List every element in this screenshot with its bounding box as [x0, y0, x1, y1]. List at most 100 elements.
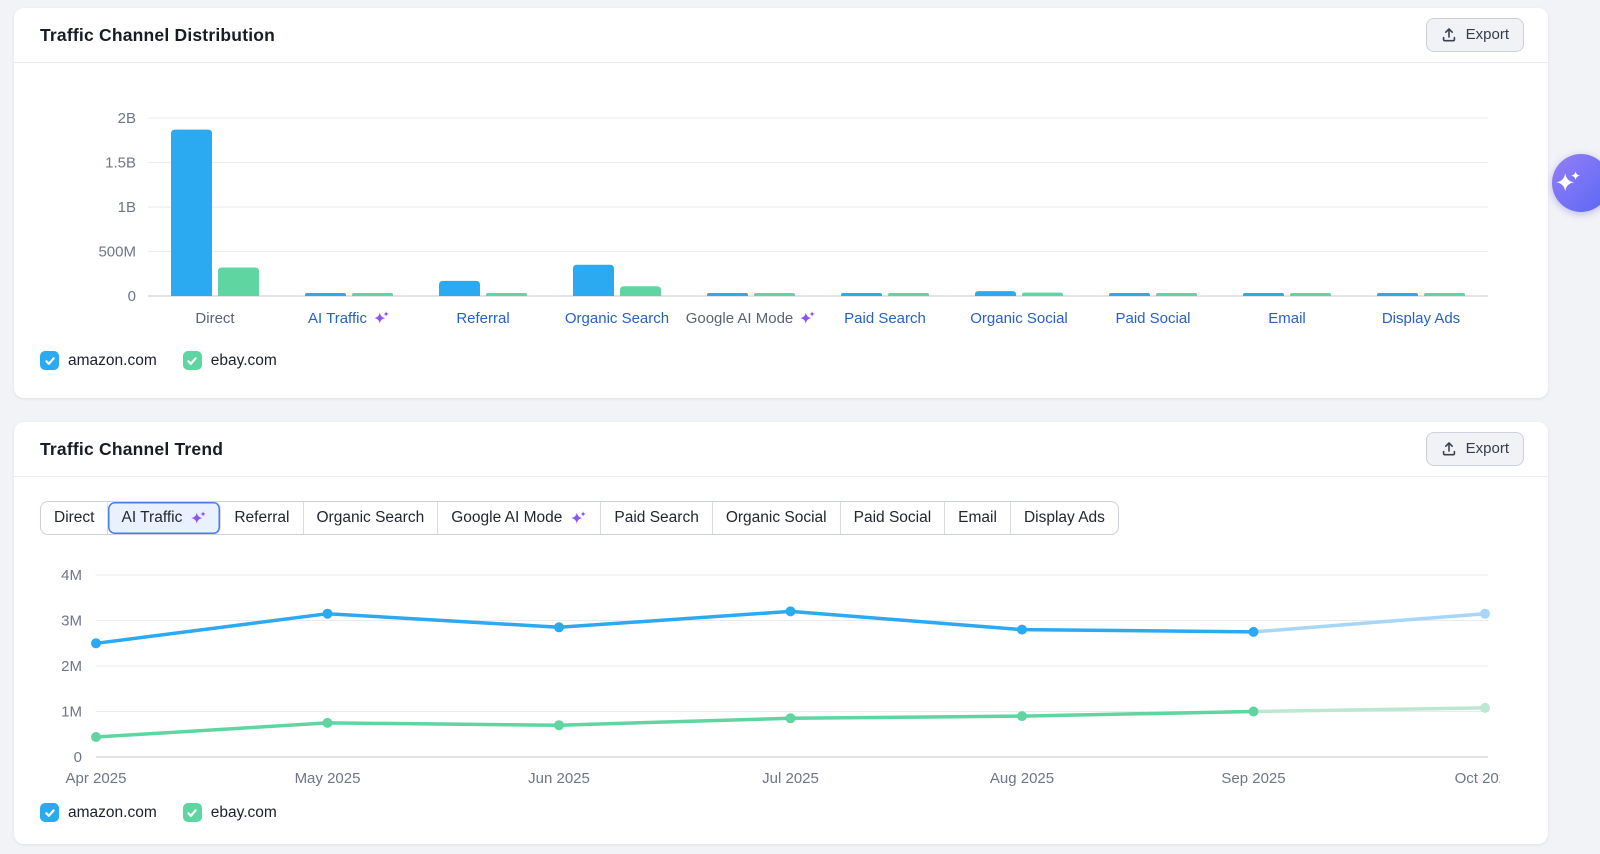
trend-line-chart: 01M2M3M4MApr 2025May 2025Jun 2025Jul 202…	[40, 557, 1500, 797]
y-tick-2m: 2M	[61, 658, 82, 675]
bar-paid-social-ebay-com[interactable]	[1156, 293, 1197, 296]
tab-paid-social[interactable]: Paid Social	[841, 502, 946, 534]
tab-direct[interactable]: Direct	[41, 502, 108, 534]
bar-display-ads-amazon-com[interactable]	[1377, 293, 1418, 296]
export-button[interactable]: Export	[1426, 18, 1524, 52]
point-ebay-com-sep-2025[interactable]	[1249, 707, 1259, 717]
tab-referral[interactable]: Referral	[221, 502, 303, 534]
bar-google-ai-mode-amazon-com[interactable]	[707, 293, 748, 296]
category-label-paid-social[interactable]: Paid Social	[1086, 310, 1220, 327]
bar-paid-search-ebay-com[interactable]	[888, 293, 929, 296]
y-tick-1m: 1M	[61, 704, 82, 721]
point-amazon-com-apr-2025[interactable]	[91, 638, 101, 648]
export-label: Export	[1466, 26, 1509, 44]
bar-ai-traffic-amazon-com[interactable]	[305, 293, 346, 296]
point-ebay-com-oct-2025[interactable]	[1480, 703, 1490, 713]
line-amazon-com-forecast	[1254, 614, 1486, 632]
y-tick-0: 0	[74, 749, 82, 766]
distribution-card: Traffic Channel Distribution Export 0500…	[14, 8, 1548, 398]
point-ebay-com-aug-2025[interactable]	[1017, 711, 1027, 721]
tab-display-ads[interactable]: Display Ads	[1011, 502, 1118, 534]
category-label-display-ads[interactable]: Display Ads	[1354, 310, 1488, 327]
point-ebay-com-may-2025[interactable]	[323, 718, 333, 728]
y-tick-4m: 4M	[61, 567, 82, 584]
export-label: Export	[1466, 440, 1509, 458]
legend-checkbox-amazon-com[interactable]	[40, 803, 59, 822]
bar-referral-ebay-com[interactable]	[486, 293, 527, 296]
category-label-referral[interactable]: Referral	[416, 310, 550, 327]
distribution-legend: amazon.comebay.com	[40, 351, 1522, 370]
bar-organic-search-ebay-com[interactable]	[620, 286, 661, 296]
trend-title: Traffic Channel Trend	[40, 439, 223, 460]
ai-assistant-button[interactable]	[1552, 154, 1600, 212]
bar-paid-search-amazon-com[interactable]	[841, 293, 882, 296]
y-tick-0: 0	[128, 288, 136, 305]
tab-google-ai-mode[interactable]: Google AI Mode	[438, 502, 601, 534]
point-amazon-com-jun-2025[interactable]	[554, 622, 564, 632]
y-tick-1-5b: 1.5B	[105, 155, 136, 172]
distribution-title: Traffic Channel Distribution	[40, 25, 275, 46]
distribution-bar-chart: 0500M1B1.5B2B	[40, 102, 1500, 308]
sparkle-icon	[373, 310, 390, 327]
tab-ai-traffic[interactable]: AI Traffic	[108, 502, 221, 534]
bar-ai-traffic-ebay-com[interactable]	[352, 293, 393, 296]
y-tick-2b: 2B	[118, 110, 136, 127]
bar-referral-amazon-com[interactable]	[439, 281, 480, 296]
legend-checkbox-ebay-com[interactable]	[183, 351, 202, 370]
bar-email-amazon-com[interactable]	[1243, 293, 1284, 296]
check-icon	[44, 807, 56, 819]
export-icon	[1441, 27, 1457, 43]
sparkle-icon	[1554, 169, 1582, 197]
export-icon	[1441, 441, 1457, 457]
x-tick-oct-2025: Oct 2025	[1455, 770, 1500, 787]
export-button[interactable]: Export	[1426, 432, 1524, 466]
point-amazon-com-may-2025[interactable]	[323, 609, 333, 619]
point-amazon-com-oct-2025[interactable]	[1480, 609, 1490, 619]
bar-email-ebay-com[interactable]	[1290, 293, 1331, 296]
bar-organic-search-amazon-com[interactable]	[573, 265, 614, 296]
x-tick-jun-2025: Jun 2025	[528, 770, 590, 787]
trend-card-header: Traffic Channel Trend Export	[14, 422, 1548, 477]
point-amazon-com-aug-2025[interactable]	[1017, 625, 1027, 635]
x-tick-apr-2025: Apr 2025	[66, 770, 127, 787]
point-amazon-com-jul-2025[interactable]	[786, 606, 796, 616]
check-icon	[186, 355, 198, 367]
bar-paid-social-amazon-com[interactable]	[1109, 293, 1150, 296]
trend-tab-bar: DirectAI Traffic ReferralOrganic SearchG…	[40, 501, 1119, 535]
point-ebay-com-jul-2025[interactable]	[786, 713, 796, 723]
bar-organic-social-amazon-com[interactable]	[975, 291, 1016, 296]
check-icon	[44, 355, 56, 367]
y-tick-1b: 1B	[118, 199, 136, 216]
check-icon	[186, 807, 198, 819]
category-label-direct: Direct	[148, 310, 282, 327]
category-label-email[interactable]: Email	[1220, 310, 1354, 327]
category-label-organic-social[interactable]: Organic Social	[952, 310, 1086, 327]
distribution-card-header: Traffic Channel Distribution Export	[14, 8, 1548, 63]
tab-paid-search[interactable]: Paid Search	[601, 502, 712, 534]
bar-direct-amazon-com[interactable]	[171, 130, 212, 296]
bar-organic-social-ebay-com[interactable]	[1022, 293, 1063, 296]
line-ebay-com	[96, 712, 1254, 738]
y-tick-3m: 3M	[61, 613, 82, 630]
trend-legend: amazon.com ebay.com	[40, 803, 1522, 822]
point-ebay-com-apr-2025[interactable]	[91, 732, 101, 742]
tab-email[interactable]: Email	[945, 502, 1011, 534]
category-label-google-ai-mode: Google AI Mode	[684, 310, 818, 327]
point-amazon-com-sep-2025[interactable]	[1249, 627, 1259, 637]
category-label-ai-traffic[interactable]: AI Traffic	[282, 310, 416, 327]
legend-checkbox-amazon-com[interactable]	[40, 351, 59, 370]
tab-organic-search[interactable]: Organic Search	[304, 502, 439, 534]
legend-item-ebay-com: ebay.com	[183, 803, 277, 822]
x-tick-sep-2025: Sep 2025	[1221, 770, 1285, 787]
bar-display-ads-ebay-com[interactable]	[1424, 293, 1465, 296]
category-label-paid-search[interactable]: Paid Search	[818, 310, 952, 327]
bar-direct-ebay-com[interactable]	[218, 268, 259, 297]
point-ebay-com-jun-2025[interactable]	[554, 720, 564, 730]
bar-google-ai-mode-ebay-com[interactable]	[754, 293, 795, 296]
tab-organic-social[interactable]: Organic Social	[713, 502, 841, 534]
legend-checkbox-ebay-com[interactable]	[183, 803, 202, 822]
legend-label: amazon.com	[68, 804, 157, 822]
category-label-organic-search[interactable]: Organic Search	[550, 310, 684, 327]
distribution-category-row: DirectAI Traffic ReferralOrganic SearchG…	[148, 310, 1488, 327]
line-ebay-com-forecast	[1254, 708, 1486, 712]
